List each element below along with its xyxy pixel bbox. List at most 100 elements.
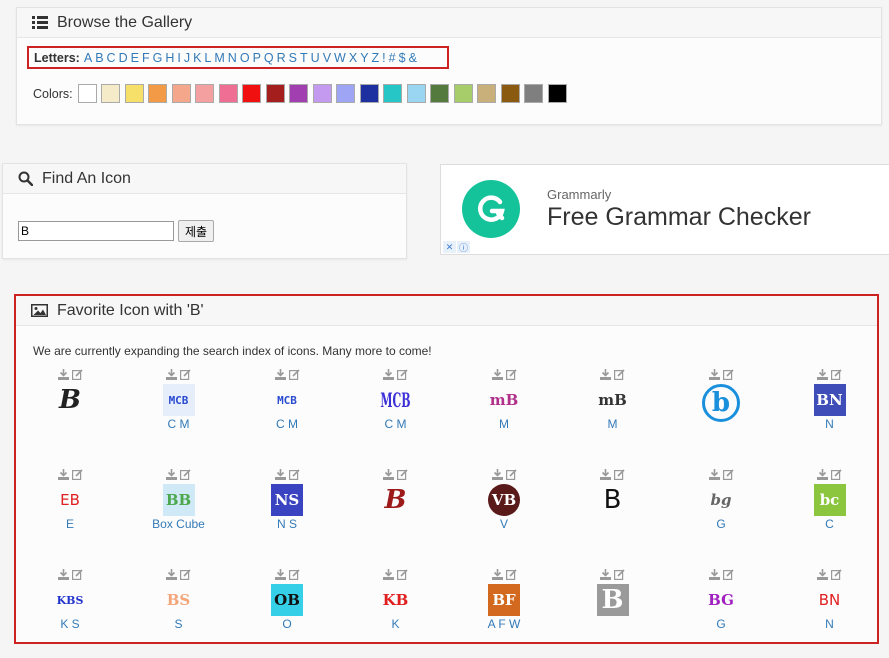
icon-thumbnail[interactable]: BN (814, 584, 846, 616)
icon-thumbnail[interactable]: MCB (162, 384, 195, 416)
download-icon[interactable] (274, 368, 286, 380)
icon-thumbnail[interactable]: BB (162, 484, 195, 516)
icon-caption[interactable]: M (450, 417, 558, 431)
download-icon[interactable] (57, 468, 69, 480)
color-swatch[interactable] (406, 84, 426, 103)
edit-icon[interactable] (397, 568, 408, 581)
edit-icon[interactable] (71, 468, 83, 481)
icon-thumbnail[interactable]: B (597, 484, 629, 516)
letter-link[interactable]: O (240, 51, 250, 65)
icon-caption[interactable]: K S (16, 617, 124, 631)
letter-link[interactable]: I (177, 51, 180, 65)
ad-close-icon[interactable]: ✕ (443, 241, 456, 253)
color-swatch[interactable] (312, 84, 332, 103)
download-icon[interactable] (57, 368, 69, 380)
color-swatch[interactable] (289, 84, 309, 103)
icon-thumbnail[interactable]: BN (813, 384, 846, 416)
color-swatch[interactable] (477, 84, 497, 103)
edit-icon[interactable] (722, 468, 734, 481)
color-swatch[interactable] (265, 84, 285, 103)
letter-link[interactable]: U (311, 51, 320, 65)
letter-link[interactable]: H (165, 51, 174, 65)
edit-icon[interactable] (180, 468, 191, 481)
icon-card[interactable]: mB M (450, 368, 558, 458)
download-icon[interactable] (166, 368, 177, 380)
icon-thumbnail[interactable]: mB (488, 384, 520, 416)
color-swatch[interactable] (101, 84, 121, 103)
color-swatch[interactable] (430, 84, 450, 103)
letter-link[interactable]: G (153, 51, 163, 65)
download-icon[interactable] (383, 568, 394, 580)
icon-caption[interactable]: E (16, 517, 124, 531)
edit-icon[interactable] (180, 568, 191, 581)
letter-link[interactable]: J (184, 51, 190, 65)
color-swatch[interactable] (383, 84, 403, 103)
edit-icon[interactable] (180, 368, 191, 381)
icon-card[interactable]: bg G (667, 468, 775, 558)
download-icon[interactable] (600, 368, 611, 380)
letter-link[interactable]: Y (360, 51, 368, 65)
letter-link[interactable]: S (289, 51, 297, 65)
edit-icon[interactable] (614, 368, 625, 381)
icon-card[interactable]: EB E (16, 468, 124, 558)
download-icon[interactable] (491, 468, 503, 480)
edit-icon[interactable] (71, 368, 83, 381)
edit-icon[interactable] (288, 568, 300, 581)
icon-caption[interactable]: M (559, 417, 667, 431)
icon-caption[interactable]: C M (125, 417, 233, 431)
download-icon[interactable] (600, 568, 611, 580)
color-swatch[interactable] (336, 84, 356, 103)
edit-icon[interactable] (288, 368, 300, 381)
icon-thumbnail[interactable]: mB (597, 384, 629, 416)
edit-icon[interactable] (831, 468, 842, 481)
letter-link[interactable]: E (131, 51, 139, 65)
icon-card[interactable]: VB V (450, 468, 558, 558)
color-swatch[interactable] (453, 84, 473, 103)
icon-card[interactable]: NS N S (233, 468, 341, 558)
edit-icon[interactable] (831, 368, 842, 381)
icon-caption[interactable]: V (450, 517, 558, 531)
icon-caption[interactable]: K (342, 617, 450, 631)
color-swatch[interactable] (148, 84, 168, 103)
icon-caption[interactable]: Box Cube (125, 517, 233, 531)
icon-caption[interactable]: C M (233, 417, 341, 431)
letter-link[interactable]: # (389, 51, 396, 65)
letter-link[interactable]: B (95, 51, 103, 65)
search-input[interactable] (18, 221, 174, 241)
letter-link[interactable]: D (119, 51, 128, 65)
download-icon[interactable] (708, 568, 720, 580)
icon-thumbnail[interactable]: EB (54, 484, 86, 516)
download-icon[interactable] (274, 568, 286, 580)
icon-caption[interactable]: A F W (450, 617, 558, 631)
grammarly-ad[interactable]: Grammarly Free Grammar Checker ✕ ⓘ (440, 164, 889, 255)
letter-link[interactable]: ! (382, 51, 385, 65)
icon-thumbnail[interactable]: MCB (271, 384, 303, 416)
ad-info-icon[interactable]: ⓘ (457, 241, 470, 253)
download-icon[interactable] (817, 568, 828, 580)
edit-icon[interactable] (505, 368, 517, 381)
icon-card[interactable]: B (559, 468, 667, 558)
color-swatch[interactable] (195, 84, 215, 103)
icon-thumbnail[interactable]: BS (163, 584, 195, 616)
letter-link[interactable]: F (142, 51, 150, 65)
color-swatch[interactable] (500, 84, 520, 103)
edit-icon[interactable] (831, 568, 842, 581)
edit-icon[interactable] (71, 568, 83, 581)
icon-thumbnail[interactable]: B (54, 384, 86, 416)
download-icon[interactable] (57, 568, 69, 580)
icon-thumbnail[interactable]: MCB (380, 371, 412, 429)
icon-caption[interactable]: G (667, 617, 775, 631)
download-icon[interactable] (166, 568, 177, 580)
icon-thumbnail[interactable]: bg (705, 484, 737, 516)
edit-icon[interactable] (397, 468, 408, 481)
letter-link[interactable]: P (253, 51, 261, 65)
submit-button[interactable]: 제출 (178, 220, 215, 242)
icon-thumbnail[interactable]: OB (271, 584, 303, 616)
color-swatch[interactable] (124, 84, 144, 103)
color-swatch[interactable] (218, 84, 238, 103)
icon-thumbnail[interactable]: bc (813, 484, 846, 516)
color-swatch[interactable] (242, 84, 262, 103)
icon-card[interactable]: bc C (776, 468, 884, 558)
edit-icon[interactable] (722, 368, 734, 381)
edit-icon[interactable] (722, 568, 734, 581)
